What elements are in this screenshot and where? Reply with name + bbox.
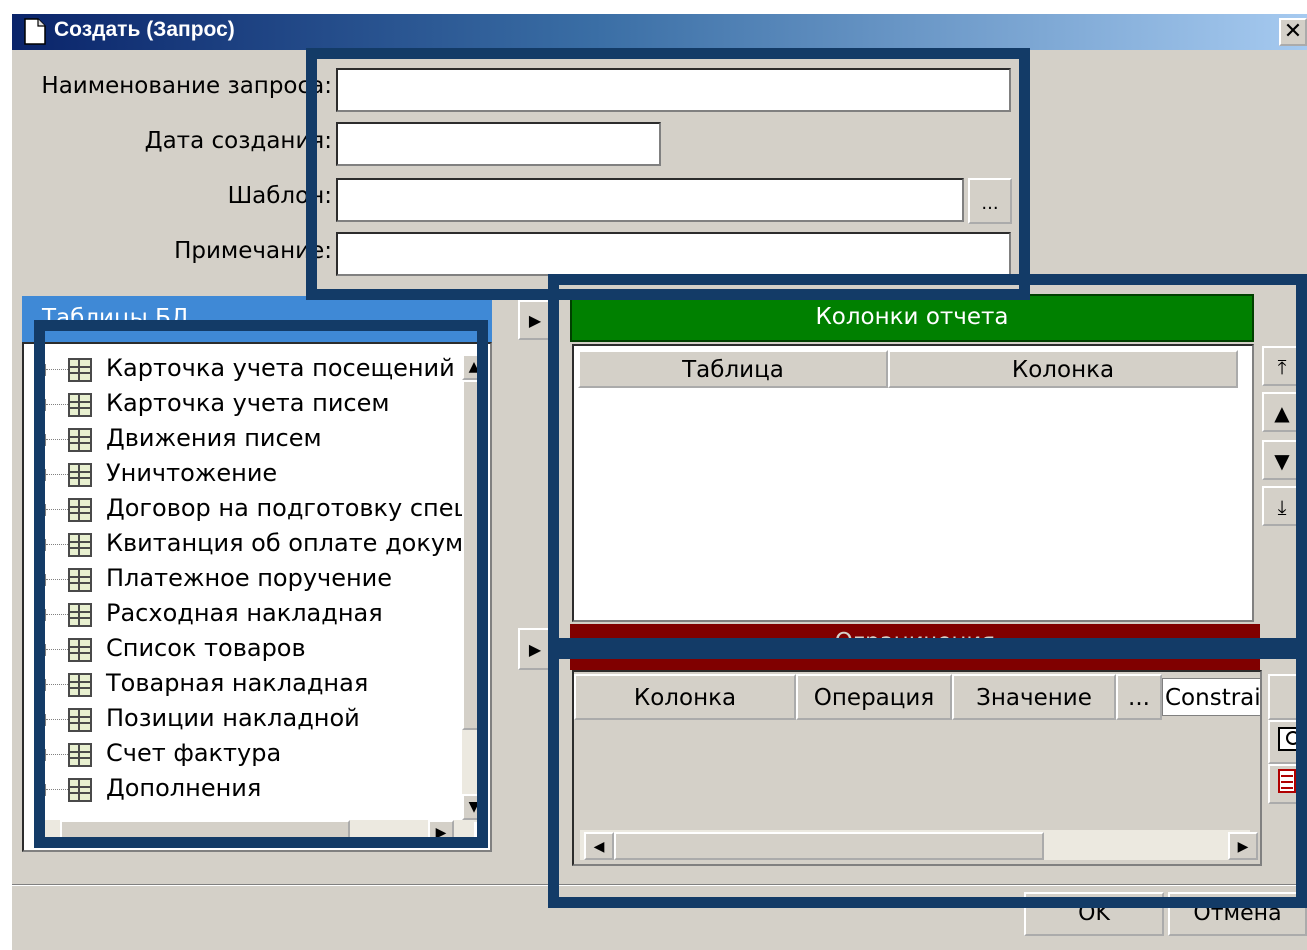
tree-scroll-thumb[interactable]: [462, 380, 486, 730]
tree-scroll-right-button[interactable]: ▶: [428, 820, 454, 844]
constraint-delete-button[interactable]: [1268, 764, 1307, 804]
table-grid-icon: [68, 498, 92, 522]
tables-tree[interactable]: Карточка учета посещений Карточка учета п…: [22, 342, 492, 852]
report-column-header-table[interactable]: Таблица: [578, 350, 888, 388]
table-grid-icon: [68, 743, 92, 767]
table-grid-icon: [68, 428, 92, 452]
search-icon: [1277, 727, 1304, 751]
constraints-scroll-right-button[interactable]: ▶: [1228, 832, 1258, 860]
expand-icon[interactable]: [34, 434, 46, 446]
expand-icon[interactable]: [34, 609, 46, 621]
tree-item-label: Расходная накладная: [106, 599, 383, 627]
tree-scroll-down-button[interactable]: ▼: [462, 794, 486, 820]
expand-icon[interactable]: [34, 679, 46, 691]
document-icon: [24, 18, 46, 45]
window-title: Создать (Запрос): [54, 18, 235, 41]
expand-icon[interactable]: [34, 574, 46, 586]
table-grid-icon: [68, 533, 92, 557]
tree-item[interactable]: Движения писем: [24, 424, 484, 461]
tree-item[interactable]: Счет фактура: [24, 739, 484, 776]
constraints-scroll-left-button[interactable]: ◀: [584, 832, 614, 860]
tree-item[interactable]: Платежное поручение: [24, 564, 484, 601]
tree-item-label: Карточка учета писем: [106, 389, 390, 417]
tree-item[interactable]: Карточка учета посещений: [24, 354, 484, 391]
tree-item[interactable]: Карточка учета писем: [24, 389, 484, 426]
expand-icon[interactable]: [34, 399, 46, 411]
constraints-grid[interactable]: Колонка Операция Значение ... Constrai ◀…: [572, 670, 1262, 866]
template-input[interactable]: [336, 178, 964, 222]
tree-item-label: Счет фактура: [106, 739, 282, 767]
tree-item-label: Позиции накладной: [106, 704, 360, 732]
template-label: Шаблон:: [227, 183, 332, 209]
note-input[interactable]: [336, 232, 1011, 276]
constraints-hscroll-thumb[interactable]: [614, 832, 1044, 860]
cancel-button[interactable]: Отмена: [1168, 892, 1307, 936]
tree-hscroll-thumb[interactable]: [60, 820, 350, 844]
tree-item-label: Платежное поручение: [106, 564, 393, 592]
tree-item-label: Список товаров: [106, 634, 306, 662]
table-grid-icon: [68, 778, 92, 802]
tree-item[interactable]: Дополнения: [24, 774, 484, 811]
move-up-button[interactable]: ▲: [1262, 392, 1302, 432]
tree-item[interactable]: Позиции накладной: [24, 704, 484, 741]
creation-date-input[interactable]: [336, 122, 661, 166]
constraint-header-constrai[interactable]: Constrai: [1162, 678, 1260, 716]
expand-icon[interactable]: [34, 749, 46, 761]
table-grid-icon: [68, 393, 92, 417]
table-grid-icon: [68, 638, 92, 662]
constraint-search-button[interactable]: [1268, 720, 1307, 764]
constraint-header-value[interactable]: Значение: [952, 674, 1116, 720]
tree-item-label: Дополнения: [106, 774, 262, 802]
note-label: Примечание:: [174, 238, 332, 264]
table-grid-icon: [68, 358, 92, 382]
tree-item-label: Уничтожение: [106, 459, 278, 487]
expand-icon[interactable]: [34, 539, 46, 551]
constraint-header-operation[interactable]: Операция: [796, 674, 952, 720]
tree-item-label: Движения писем: [106, 424, 322, 452]
add-constraint-button[interactable]: ▶: [518, 628, 552, 670]
constraint-header-column[interactable]: Колонка: [574, 674, 796, 720]
close-button[interactable]: ✕: [1279, 18, 1307, 46]
tree-item[interactable]: Товарная накладная: [24, 669, 484, 706]
tree-scroll-up-button[interactable]: ▲: [462, 354, 486, 380]
table-grid-icon: [68, 673, 92, 697]
report-columns-header: Колонки отчета: [570, 294, 1254, 342]
delete-rows-icon: [1277, 769, 1296, 793]
tree-item[interactable]: Расходная накладная: [24, 599, 484, 636]
expand-icon[interactable]: [34, 784, 46, 796]
template-browse-button[interactable]: ...: [968, 178, 1012, 224]
report-columns-grid[interactable]: Таблица Колонка: [572, 344, 1254, 622]
tree-item[interactable]: Уничтожение: [24, 459, 484, 496]
ok-button[interactable]: OK: [1024, 892, 1164, 936]
creation-date-label: Дата создания:: [144, 128, 332, 154]
expand-icon[interactable]: [34, 364, 46, 376]
table-grid-icon: [68, 568, 92, 592]
table-grid-icon: [68, 603, 92, 627]
tables-panel-header: Таблицы БД: [22, 296, 492, 342]
tree-item-label: Договор на подготовку спец: [106, 494, 470, 522]
expand-icon[interactable]: [34, 644, 46, 656]
tree-item-label: Товарная накладная: [106, 669, 369, 697]
table-grid-icon: [68, 463, 92, 487]
table-grid-icon: [68, 708, 92, 732]
tree-item[interactable]: Список товаров: [24, 634, 484, 671]
tree-item-label: Квитанция об оплате докум: [106, 529, 464, 557]
query-name-label: Наименование запроса:: [41, 73, 332, 99]
move-bottom-button[interactable]: ⤓: [1262, 486, 1302, 526]
expand-icon[interactable]: [34, 504, 46, 516]
tree-item-label: Карточка учета посещений: [106, 354, 455, 382]
constraint-header-ellipsis[interactable]: ...: [1116, 674, 1162, 720]
tree-item[interactable]: Договор на подготовку спец: [24, 494, 484, 531]
expand-icon[interactable]: [34, 714, 46, 726]
tree-item[interactable]: Квитанция об оплате докум: [24, 529, 484, 566]
query-name-input[interactable]: [336, 68, 1011, 112]
move-down-button[interactable]: ▼: [1262, 440, 1302, 480]
move-top-button[interactable]: ⤒: [1262, 346, 1302, 386]
constraint-side-button-1[interactable]: [1268, 674, 1307, 720]
report-column-header-column[interactable]: Колонка: [888, 350, 1238, 388]
expand-icon[interactable]: [34, 469, 46, 481]
constraints-header: Ограничения: [570, 624, 1260, 670]
footer-separator: [12, 884, 1307, 886]
add-column-button[interactable]: ▶: [518, 300, 552, 340]
